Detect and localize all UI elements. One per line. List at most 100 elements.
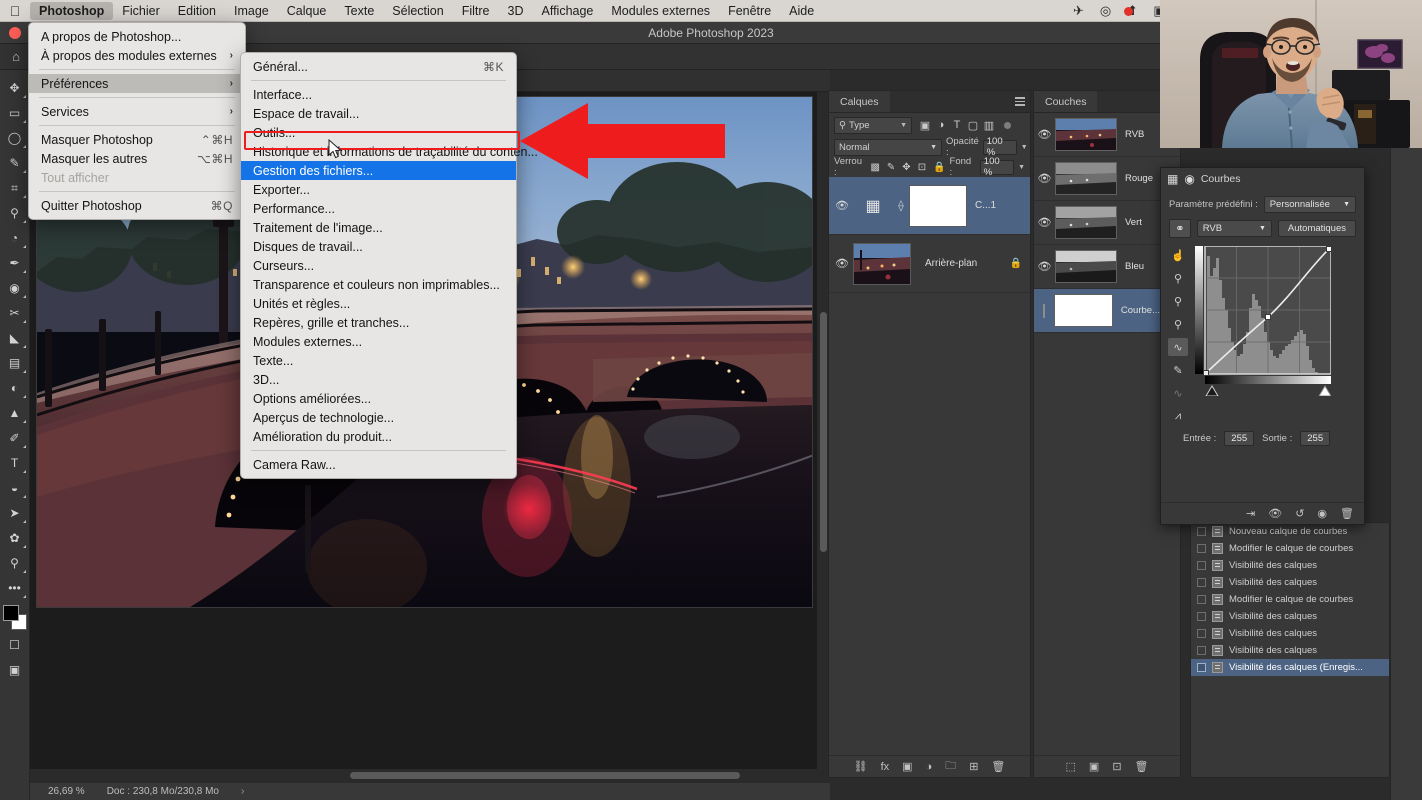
clone-stamp-tool[interactable]: ◉ [2, 276, 28, 300]
preferences-menu-item[interactable]: Repères, grille et tranches... [241, 313, 516, 332]
channel-visibility-icon[interactable] [1034, 305, 1054, 317]
channel-row[interactable]: 👁RVB⌘2 [1034, 113, 1180, 157]
history-item[interactable]: Visibilité des calques [1191, 557, 1389, 574]
menubar-item-image[interactable]: Image [225, 2, 278, 20]
layer-row[interactable]: 👁▦⟠C...1 [829, 177, 1030, 235]
app-menu-item[interactable]: À propos des modules externes› [29, 46, 245, 65]
history-item[interactable]: Visibilité des calques [1191, 642, 1389, 659]
menubar-item-modules-externes[interactable]: Modules externes [602, 2, 719, 20]
preferences-menu-item[interactable]: Performance... [241, 199, 516, 218]
move-tool[interactable]: ✥ [2, 76, 28, 100]
app-menu-item[interactable]: Services› [29, 102, 245, 121]
new-adjustment-layer-icon[interactable]: ◑ [926, 761, 933, 773]
app-menu-item[interactable]: Masquer les autres⌥⌘H [29, 149, 245, 168]
history-snapshot-checkbox[interactable] [1197, 663, 1206, 672]
preferences-menu-item[interactable]: 3D... [241, 370, 516, 389]
more-tools[interactable]: ••• [2, 576, 28, 600]
color-swatches[interactable] [2, 605, 28, 633]
menubar-item-aide[interactable]: Aide [780, 2, 823, 20]
preferences-menu-item[interactable]: Historique et informations de traçabilit… [241, 142, 516, 161]
sample-white-point-icon[interactable]: ⚲ [1168, 315, 1188, 333]
layer-style-icon[interactable]: fx [881, 761, 890, 773]
preferences-menu-item[interactable]: Aperçus de technologie... [241, 408, 516, 427]
zoom-tool[interactable]: ⚲ [2, 551, 28, 575]
layer-filter-type-select[interactable]: ⚲ Type ▼ [834, 117, 912, 134]
history-item[interactable]: Visibilité des calques (Enregis... [1191, 659, 1389, 676]
sample-gray-point-icon[interactable]: ⚲ [1168, 292, 1188, 310]
pencil-curve-tool-icon[interactable]: ✎ [1168, 361, 1188, 379]
app-menu-item[interactable]: Préférences› [29, 74, 245, 93]
menubar-item-calque[interactable]: Calque [278, 2, 336, 20]
new-layer-icon[interactable]: ⊞ [969, 760, 978, 773]
preferences-menu-item[interactable]: Disques de travail... [241, 237, 516, 256]
canvas-horizontal-scrollbar[interactable] [30, 769, 817, 782]
type-tool[interactable]: T [2, 451, 28, 475]
filter-adjustment-icon[interactable]: ◑ [933, 119, 949, 131]
shape-tool[interactable]: ✿ [2, 526, 28, 550]
channel-thumbnail[interactable] [1055, 250, 1117, 283]
load-channel-as-selection-icon[interactable]: ⬚ [1066, 760, 1076, 773]
preferences-submenu[interactable]: Général...⌘KInterface...Espace de travai… [240, 52, 517, 479]
channel-thumbnail[interactable] [1055, 206, 1117, 239]
zoom-level[interactable]: 26,69 % [48, 786, 85, 797]
preset-select[interactable]: Personnalisée ▼ [1264, 196, 1356, 213]
apple-menu-icon[interactable]:  [0, 4, 30, 18]
preferences-menu-item[interactable]: Modules externes... [241, 332, 516, 351]
pen-tool[interactable]: ✐ [2, 426, 28, 450]
channel-visibility-icon[interactable]: 👁 [1034, 128, 1055, 141]
clip-to-layer-icon[interactable]: ⇥ [1246, 507, 1255, 520]
menubar-item-filtre[interactable]: Filtre [453, 2, 499, 20]
layer-mask-icon[interactable]: ▣ [902, 760, 912, 773]
menubar-item-edition[interactable]: Edition [169, 2, 225, 20]
save-selection-as-channel-icon[interactable]: ▣ [1089, 760, 1099, 773]
new-channel-icon[interactable]: ⊡ [1112, 760, 1121, 773]
lock-transparent-pixels-icon[interactable]: ▩ [870, 162, 879, 173]
history-snapshot-checkbox[interactable] [1197, 544, 1206, 553]
opacity-chevron-icon[interactable]: ▼ [1021, 144, 1028, 151]
preferences-menu-item[interactable]: Options améliorées... [241, 389, 516, 408]
toggle-visibility-icon[interactable]: 👁 [1268, 507, 1282, 520]
gradient-tool[interactable]: ▤ [2, 351, 28, 375]
history-snapshot-checkbox[interactable] [1197, 578, 1206, 587]
preferences-menu-item[interactable]: Interface... [241, 85, 516, 104]
preferences-menu-item[interactable]: Exporter... [241, 180, 516, 199]
reset-icon[interactable]: ↺ [1295, 507, 1304, 520]
direct-selection-tool[interactable]: ➤ [2, 501, 28, 525]
history-item[interactable]: Modifier le calque de courbes [1191, 540, 1389, 557]
spot-healing-brush-tool[interactable]: ◔ [2, 226, 28, 250]
menubar-item-fen-tre[interactable]: Fenêtre [719, 2, 780, 20]
eraser-tool[interactable]: ◣ [2, 326, 28, 350]
channel-visibility-icon[interactable]: 👁 [1034, 260, 1055, 273]
home-icon[interactable]: ⌂ [4, 47, 28, 67]
mask-link-icon[interactable]: ⟠ [893, 199, 909, 212]
preferences-menu-item[interactable]: Amélioration du produit... [241, 427, 516, 446]
sample-black-point-icon[interactable]: ⚲ [1168, 269, 1188, 287]
path-selection-tool[interactable]: ◒ [2, 476, 28, 500]
app-menu-item[interactable]: Masquer Photoshop⌃⌘H [29, 130, 245, 149]
lasso-tool[interactable]: ◯ [2, 126, 28, 150]
channel-visibility-icon[interactable]: 👁 [1034, 216, 1055, 229]
smooth-curve-icon[interactable]: ∿ [1168, 384, 1188, 402]
preferences-menu-item[interactable]: Traitement de l'image... [241, 218, 516, 237]
app-menu-item[interactable]: A propos de Photoshop... [29, 27, 245, 46]
lock-artboard-icon[interactable]: ⊡ [918, 162, 926, 173]
preferences-menu-item[interactable]: Gestion des fichiers... [241, 161, 516, 180]
lock-all-icon[interactable]: 🔒 [933, 162, 945, 173]
preferences-menu-item[interactable]: Texte... [241, 351, 516, 370]
screen-mode-icon[interactable]: ▣ [2, 658, 28, 682]
photoshop-app-menu[interactable]: A propos de Photoshop...À propos des mod… [28, 22, 246, 220]
delete-layer-icon[interactable]: 🗑 [991, 760, 1005, 773]
menubar-item-affichage[interactable]: Affichage [532, 2, 602, 20]
input-value[interactable]: 255 [1224, 431, 1254, 446]
channel-thumbnail[interactable] [1055, 118, 1117, 151]
history-item[interactable]: Visibilité des calques [1191, 625, 1389, 642]
new-group-icon[interactable]: 🗀 [945, 757, 956, 776]
creative-cloud-icon[interactable]: ◎ [1092, 3, 1119, 19]
rectangular-marquee-tool[interactable]: ▭ [2, 101, 28, 125]
curves-graph-svg[interactable] [1195, 246, 1331, 396]
quick-mask-icon[interactable]: ☐ [2, 633, 28, 657]
tab-couches[interactable]: Couches [1034, 91, 1097, 112]
menubar-item-texte[interactable]: Texte [335, 2, 383, 20]
preferences-menu-item[interactable]: Unités et règles... [241, 294, 516, 313]
preferences-menu-item[interactable]: Espace de travail... [241, 104, 516, 123]
